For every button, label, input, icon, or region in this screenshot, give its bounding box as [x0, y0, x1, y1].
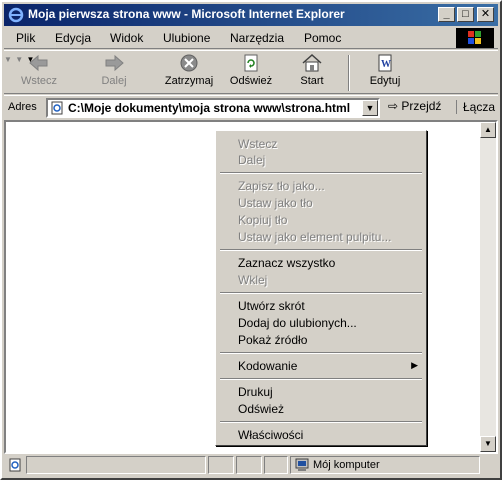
ctx-properties[interactable]: Właściwości — [238, 428, 303, 442]
scroll-up-icon[interactable]: ▲ — [480, 122, 496, 138]
ctx-encoding[interactable]: Kodowanie — [238, 359, 297, 373]
home-label: Start — [300, 75, 324, 87]
ctx-set-background[interactable]: Ustaw jako tło — [238, 196, 313, 210]
go-button[interactable]: ⇨ Przejdź — [388, 99, 441, 113]
ctx-add-to-favorites[interactable]: Dodaj do ulubionych... — [238, 316, 357, 330]
menu-file[interactable]: Plik — [16, 31, 35, 45]
ctx-forward[interactable]: Dalej — [238, 153, 265, 167]
context-menu: Wstecz Dalej Zapisz tło jako... Ustaw ja… — [215, 130, 427, 446]
status-pane — [208, 456, 234, 474]
edit-button[interactable]: W Edytuj — [358, 53, 412, 93]
menu-separator — [220, 421, 422, 423]
stop-label: Zatrzymaj — [164, 75, 214, 87]
status-pane — [264, 456, 288, 474]
minimize-button[interactable]: _ — [438, 7, 455, 22]
ctx-refresh[interactable]: Odśwież — [238, 402, 284, 416]
menu-view[interactable]: Widok — [110, 31, 143, 45]
submenu-arrow-icon: ▶ — [411, 360, 418, 370]
windows-flag-icon — [468, 31, 481, 44]
address-url: C:\Moje dokumenty\moja strona www\strona… — [68, 101, 351, 115]
status-zone: Mój komputer — [290, 456, 480, 474]
zone-label: Mój komputer — [313, 459, 380, 471]
menu-help[interactable]: Pomoc — [304, 31, 341, 45]
internet-explorer-icon — [8, 7, 24, 23]
ctx-copy-background[interactable]: Kopiuj tło — [238, 213, 287, 227]
back-label: Wstecz — [20, 75, 58, 87]
ctx-select-all[interactable]: Zaznacz wszystko — [238, 256, 335, 270]
word-edit-icon: W — [378, 54, 392, 72]
stop-icon — [180, 54, 198, 72]
forward-arrow-icon — [105, 54, 124, 72]
forward-button[interactable]: Dalej — [88, 53, 140, 93]
menu-separator — [220, 378, 422, 380]
refresh-icon — [244, 54, 258, 72]
links-button[interactable]: Łącza — [456, 100, 495, 114]
close-button[interactable]: ✕ — [477, 7, 494, 22]
ctx-set-desktop-item[interactable]: Ustaw jako element pulpitu... — [238, 230, 391, 244]
refresh-label: Odśwież — [229, 75, 273, 87]
address-label: Adres — [8, 101, 37, 113]
vertical-scrollbar[interactable]: ▲ ▼ — [480, 122, 496, 452]
status-bar: Mój komputer — [4, 454, 498, 476]
refresh-button[interactable]: Odśwież — [226, 53, 276, 93]
stop-button[interactable]: Zatrzymaj — [160, 53, 218, 93]
menu-edit[interactable]: Edycja — [55, 31, 91, 45]
edit-label: Edytuj — [369, 75, 401, 87]
title-bar[interactable]: Moja pierwsza strona www - Microsoft Int… — [4, 4, 498, 26]
toolbar-separator — [348, 55, 350, 91]
menu-separator — [220, 249, 422, 251]
menu-bar: Plik Edycja Widok Ulubione Narzędzia Pom… — [4, 27, 498, 49]
forward-label: Dalej — [101, 75, 127, 87]
scroll-down-icon[interactable]: ▼ — [480, 436, 496, 452]
status-text-pane — [26, 456, 206, 474]
menu-separator — [220, 352, 422, 354]
menu-separator — [220, 292, 422, 294]
status-page-icon — [9, 458, 21, 472]
home-button[interactable]: Start — [290, 53, 334, 93]
windows-logo-throbber — [456, 28, 494, 48]
address-dropdown-icon[interactable]: ▼ — [362, 100, 378, 116]
page-icon — [51, 101, 63, 115]
home-icon — [302, 53, 322, 72]
ctx-paste[interactable]: Wklej — [238, 273, 267, 287]
ctx-create-shortcut[interactable]: Utwórz skrót — [238, 299, 305, 313]
ctx-view-source[interactable]: Pokaż źródło — [238, 333, 307, 347]
menu-favorites[interactable]: Ulubione — [163, 31, 210, 45]
browser-window: Moja pierwsza strona www - Microsoft Int… — [0, 0, 502, 480]
back-arrow-icon — [29, 54, 48, 72]
window-title: Moja pierwsza strona www - Microsoft Int… — [28, 7, 345, 21]
go-label: Przejdź — [401, 99, 442, 113]
ctx-back[interactable]: Wstecz — [238, 137, 277, 151]
address-input[interactable]: C:\Moje dokumenty\moja strona www\strona… — [46, 98, 380, 118]
menu-separator — [220, 172, 422, 174]
address-bar: Adres C:\Moje dokumenty\moja strona www\… — [4, 95, 498, 119]
maximize-button[interactable]: □ — [457, 7, 474, 22]
my-computer-icon — [295, 458, 309, 471]
go-arrow-icon: ⇨ — [388, 99, 399, 113]
ctx-print[interactable]: Drukuj — [238, 385, 273, 399]
standard-toolbar: Wstecz ▼ Dalej ▼ Zatrzymaj Odśwież Start… — [4, 50, 498, 94]
svg-text:W: W — [381, 59, 391, 70]
status-pane — [236, 456, 262, 474]
ctx-save-background[interactable]: Zapisz tło jako... — [238, 179, 325, 193]
back-button[interactable]: Wstecz — [10, 53, 68, 93]
menu-tools[interactable]: Narzędzia — [230, 31, 284, 45]
